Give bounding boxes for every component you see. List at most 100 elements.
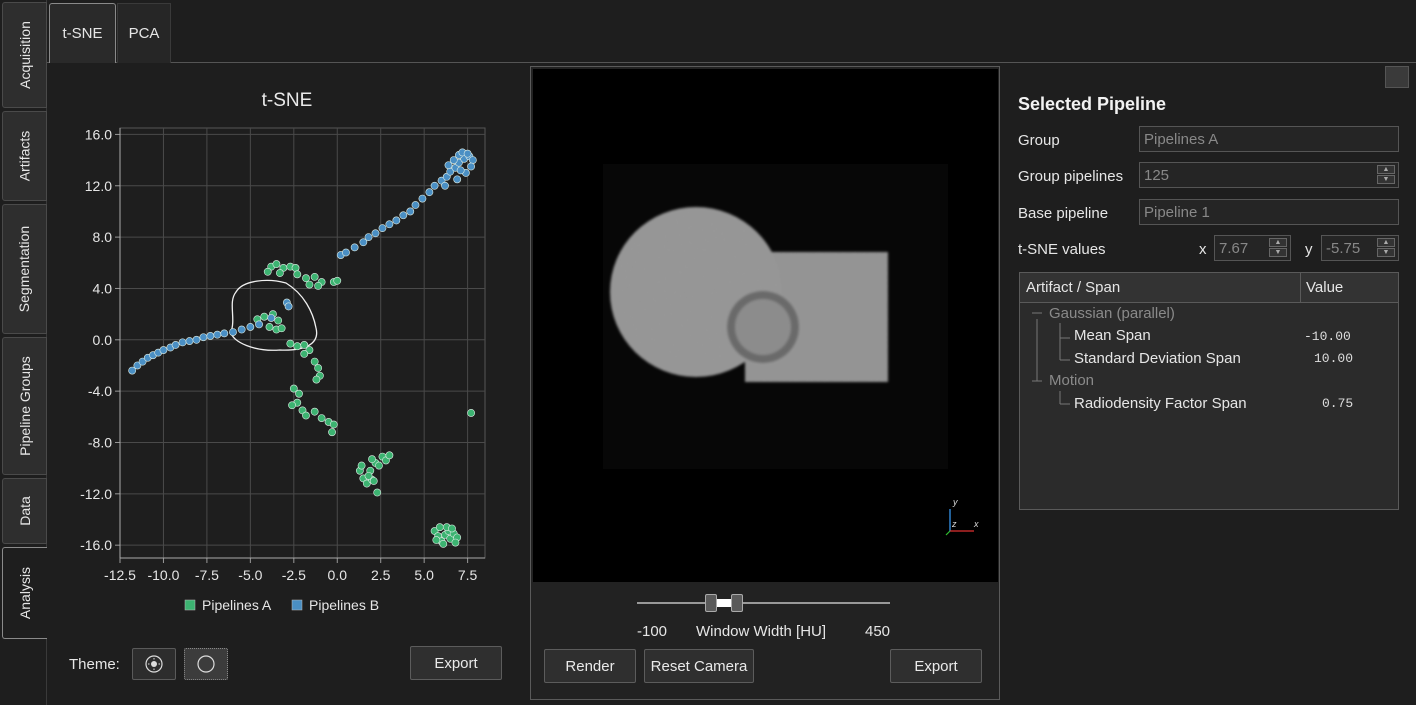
group-pipelines-value: 125 [1144, 166, 1170, 184]
point-pipelines-a [451, 538, 460, 547]
group-field[interactable]: Pipelines A [1139, 126, 1399, 152]
x-tick-label: -5.0 [238, 567, 262, 583]
render-export-button[interactable]: Export [890, 649, 982, 683]
point-pipelines-a [364, 471, 373, 480]
tab-label: PCA [128, 25, 160, 42]
x-tick-label: 0.0 [328, 567, 348, 583]
point-pipelines-b [199, 333, 208, 342]
point-pipelines-a [310, 357, 319, 366]
point-pipelines-b [378, 224, 387, 233]
point-pipelines-b [213, 330, 222, 339]
button-label: Export [434, 654, 478, 672]
tree-group-motion[interactable]: Motion [1049, 372, 1094, 389]
reset-camera-button[interactable]: Reset Camera [644, 649, 754, 683]
dark-theme-button[interactable] [183, 648, 228, 680]
point-pipelines-b [159, 346, 168, 354]
tsne-values-label: t-SNE values [1018, 241, 1106, 258]
spin-buttons: ▲ ▼ [1377, 165, 1395, 185]
point-pipelines-a [274, 316, 283, 325]
slider-max-handle[interactable] [731, 594, 743, 612]
tab-label: t-SNE [62, 25, 103, 42]
tree-item-mean-span[interactable]: Mean Span [1074, 327, 1151, 344]
point-pipelines-b [468, 156, 477, 164]
tab-analysis[interactable]: Analysis [2, 547, 47, 639]
point-pipelines-a [302, 411, 310, 420]
x-tick-label: 7.5 [458, 567, 478, 583]
base-pipeline-field[interactable]: Pipeline 1 [1139, 199, 1399, 225]
point-pipelines-b [430, 181, 439, 190]
point-pipelines-a [293, 342, 302, 351]
spin-down-icon[interactable]: ▼ [1377, 248, 1395, 257]
analysis-tab-bar: t-SNE PCA [47, 0, 1416, 63]
tab-pipeline-groups[interactable]: Pipeline Groups [2, 337, 47, 475]
point-pipelines-a [276, 269, 284, 277]
window-width-label: Window Width [HU] [696, 623, 827, 640]
axis-y-label: y [952, 497, 958, 507]
tab-pca[interactable]: PCA [117, 3, 171, 63]
point-pipelines-b [255, 320, 263, 329]
tree-group-gaussian[interactable]: Gaussian (parallel) [1049, 305, 1175, 322]
group-pipelines-spinbox[interactable]: 125 ▲ ▼ [1139, 162, 1399, 188]
y-tick-label: 8.0 [93, 229, 113, 245]
tree-item-std-span[interactable]: Standard Deviation Span [1074, 350, 1241, 367]
tab-tsne[interactable]: t-SNE [49, 3, 116, 63]
point-pipelines-a [310, 272, 319, 281]
x-axis: -12.5 -10.0 -7.5 -5.0 -2.5 0.0 2.5 5.0 7.5 [104, 557, 485, 583]
chart-export-button[interactable]: Export [410, 646, 502, 680]
y-tick-label: 0.0 [93, 332, 113, 348]
tsne-y-spinbox[interactable]: -5.75 ▲ ▼ [1321, 235, 1399, 261]
tab-artifacts[interactable]: Artifacts [2, 111, 47, 201]
legend-label-pipelines-b: Pipelines B [309, 597, 379, 613]
artifact-span-tree[interactable]: Artifact / Span Value Gaussian (parallel… [1019, 272, 1399, 510]
chart-title: t-SNE [262, 90, 313, 111]
point-pipelines-b [284, 302, 293, 311]
tab-segmentation[interactable]: Segmentation [2, 204, 47, 334]
spin-down-icon[interactable]: ▼ [1269, 248, 1287, 257]
chart-legend: Pipelines A Pipelines B [184, 597, 379, 613]
tab-label: Segmentation [16, 225, 33, 313]
group-pipelines-label: Group pipelines [1018, 168, 1124, 185]
point-pipelines-b [467, 162, 475, 171]
tsne-scatter-chart[interactable]: t-SNE 16.0 12.0 8.0 4.0 0.0 -4.0 -8.0 -12.0 -16.… [60, 80, 520, 625]
point-pipelines-a [432, 536, 441, 544]
point-pipelines-b [229, 328, 237, 336]
tab-data[interactable]: Data [2, 478, 47, 544]
base-pipeline-label: Base pipeline [1018, 205, 1109, 222]
point-pipelines-a [314, 281, 323, 290]
spin-up-icon[interactable]: ▲ [1377, 238, 1395, 247]
render-panel: y z x -100 Window Width [HU] 450 Render … [530, 66, 1000, 700]
legend-swatch-pipelines-a [184, 599, 196, 611]
point-pipelines-b [385, 220, 394, 229]
point-pipelines-b [185, 337, 194, 345]
window-width-slider[interactable] [637, 591, 892, 615]
tsne-x-spinbox[interactable]: 7.67 ▲ ▼ [1214, 235, 1291, 261]
x-tick-label: 2.5 [371, 567, 391, 583]
point-pipelines-a [317, 414, 326, 422]
axis-x-label: x [973, 519, 979, 529]
sun-icon [145, 655, 163, 673]
y-tick-label: 16.0 [85, 126, 112, 142]
point-pipelines-a [302, 274, 310, 283]
light-theme-button[interactable] [131, 648, 176, 680]
tree-value-std-span: 10.00 [1314, 351, 1354, 366]
point-pipelines-a [448, 524, 456, 533]
theme-label: Theme: [69, 655, 120, 673]
y-tick-label: -16.0 [80, 537, 112, 553]
spin-up-icon[interactable]: ▲ [1269, 238, 1287, 247]
tab-acquisition[interactable]: Acquisition [2, 2, 47, 108]
slider-min-handle[interactable] [705, 594, 717, 612]
y-tick-label: 4.0 [93, 280, 113, 296]
point-pipelines-a [277, 324, 286, 333]
spin-down-icon[interactable]: ▼ [1377, 175, 1395, 184]
point-pipelines-a [265, 323, 274, 331]
render-viewport[interactable]: y z x [533, 69, 998, 582]
point-pipelines-b [246, 323, 255, 331]
tab-label: Analysis [17, 566, 34, 620]
render-button[interactable]: Render [544, 649, 636, 683]
tree-value-radiodensity-span: 0.75 [1322, 396, 1354, 411]
point-pipelines-b [425, 188, 434, 197]
point-pipelines-b [220, 329, 229, 338]
close-panel-button[interactable] [1385, 66, 1409, 88]
tree-item-radiodensity-span[interactable]: Radiodensity Factor Span [1074, 395, 1247, 412]
spin-up-icon[interactable]: ▲ [1377, 165, 1395, 174]
